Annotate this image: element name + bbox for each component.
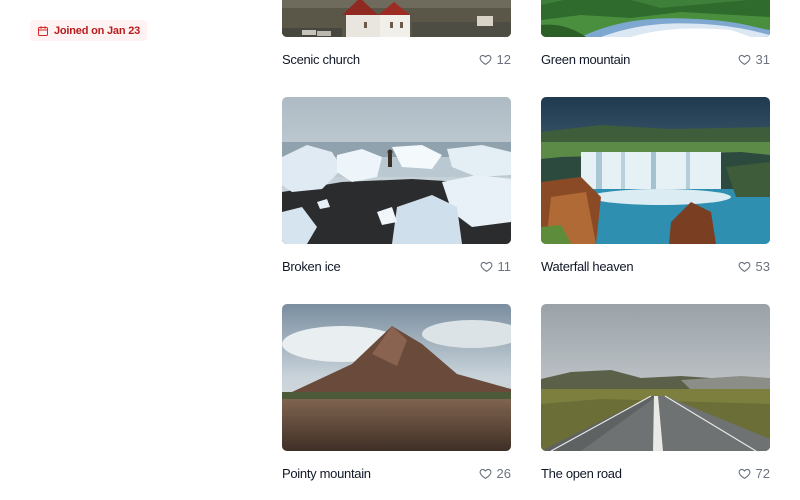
calendar-icon (37, 25, 49, 37)
like-button[interactable]: 72 (738, 466, 770, 481)
photo-card[interactable]: The open road 72 (541, 304, 770, 481)
church-photo[interactable] (282, 0, 511, 37)
like-count: 53 (755, 259, 770, 274)
like-button[interactable]: 11 (480, 259, 512, 274)
like-button[interactable]: 12 (479, 52, 511, 67)
heart-icon (480, 260, 493, 273)
like-count: 12 (496, 52, 511, 67)
river-photo[interactable] (541, 0, 770, 37)
heart-icon (479, 53, 492, 66)
like-button[interactable]: 53 (738, 259, 770, 274)
photo-grid: Scenic church 12 Green mountain 31 Broke… (282, 0, 770, 500)
heart-icon (738, 53, 751, 66)
like-count: 31 (755, 52, 770, 67)
photo-title[interactable]: The open road (541, 466, 622, 481)
photo-title[interactable]: Pointy mountain (282, 466, 371, 481)
photo-card[interactable]: Green mountain 31 (541, 0, 770, 67)
heart-icon (738, 260, 751, 273)
heart-icon (479, 467, 492, 480)
road-photo[interactable] (541, 304, 770, 451)
photo-title[interactable]: Green mountain (541, 52, 630, 67)
like-count: 26 (496, 466, 511, 481)
photo-title[interactable]: Scenic church (282, 52, 360, 67)
photo-title[interactable]: Waterfall heaven (541, 259, 634, 274)
photo-card[interactable]: Pointy mountain 26 (282, 304, 511, 481)
like-button[interactable]: 26 (479, 466, 511, 481)
photo-card[interactable]: Broken ice 11 (282, 97, 511, 274)
photo-card[interactable]: Waterfall heaven 53 (541, 97, 770, 274)
ice-beach-photo[interactable] (282, 97, 511, 244)
joined-date-text: Joined on Jan 23 (54, 24, 141, 37)
like-count: 11 (497, 259, 512, 274)
photo-card[interactable]: Scenic church 12 (282, 0, 511, 67)
joined-date-badge: Joined on Jan 23 (30, 20, 148, 41)
like-button[interactable]: 31 (738, 52, 770, 67)
like-count: 72 (755, 466, 770, 481)
heart-icon (738, 467, 751, 480)
mountain-photo[interactable] (282, 304, 511, 451)
photo-title[interactable]: Broken ice (282, 259, 341, 274)
waterfall-photo[interactable] (541, 97, 770, 244)
